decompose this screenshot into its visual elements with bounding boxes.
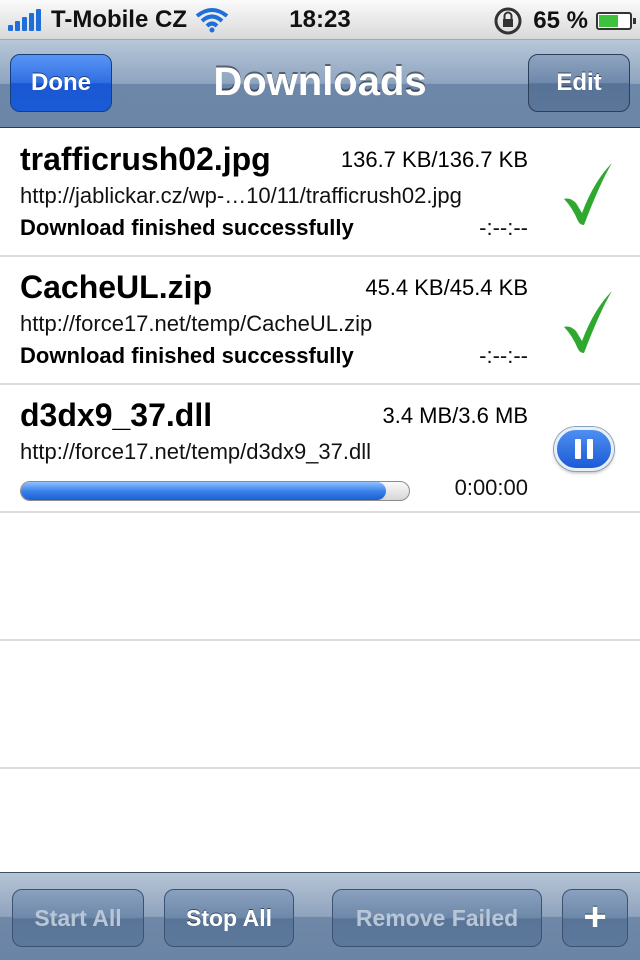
checkmark-icon: [564, 291, 612, 353]
add-download-button[interactable]: +: [562, 889, 628, 947]
empty-row: [0, 641, 640, 769]
download-filename: trafficrush02.jpg: [20, 141, 271, 177]
rotation-lock-icon: [494, 7, 522, 35]
download-url: http://force17.net/temp/d3dx9_37.dll: [20, 439, 372, 464]
download-size: 3.4 MB/3.6 MB: [382, 403, 528, 428]
download-row[interactable]: d3dx9_37.dll 3.4 MB/3.6 MB http://force1…: [0, 385, 640, 513]
battery-fill: [599, 15, 618, 27]
status-right: 65 %: [493, 6, 636, 36]
download-time: 0:00:00: [454, 475, 528, 500]
status-bar: T-Mobile CZ 18:23 65 %: [0, 0, 640, 40]
download-row[interactable]: trafficrush02.jpg 136.7 KB/136.7 KB http…: [0, 129, 640, 257]
download-time: -:--:--: [479, 215, 528, 240]
download-progress-bar: [20, 481, 410, 501]
progress-fill: [21, 482, 386, 500]
start-all-button[interactable]: Start All: [12, 889, 144, 947]
download-filename: CacheUL.zip: [20, 269, 213, 305]
download-size: 45.4 KB/45.4 KB: [365, 275, 528, 300]
empty-row: [0, 513, 640, 641]
downloads-list: trafficrush02.jpg 136.7 KB/136.7 KB http…: [0, 129, 640, 769]
download-url: http://jablickar.cz/wp-…10/11/trafficrus…: [20, 183, 462, 208]
download-row[interactable]: CacheUL.zip 45.4 KB/45.4 KB http://force…: [0, 257, 640, 385]
download-time: -:--:--: [479, 343, 528, 368]
navigation-bar: Done Downloads Edit: [0, 40, 640, 128]
download-url: http://force17.net/temp/CacheUL.zip: [20, 311, 373, 336]
remove-failed-button[interactable]: Remove Failed: [332, 889, 542, 947]
stop-all-button[interactable]: Stop All: [164, 889, 294, 947]
download-status: Download finished successfully: [20, 215, 354, 240]
checkmark-icon: [564, 163, 612, 225]
pause-icon[interactable]: [554, 427, 614, 471]
download-size: 136.7 KB/136.7 KB: [340, 147, 528, 172]
bottom-toolbar: Start All Stop All Remove Failed +: [0, 872, 640, 960]
download-status: Download finished successfully: [20, 343, 354, 368]
battery-percent: 65 %: [533, 7, 588, 34]
download-filename: d3dx9_37.dll: [20, 397, 213, 433]
battery-icon: [596, 12, 636, 30]
edit-button[interactable]: Edit: [528, 54, 630, 112]
